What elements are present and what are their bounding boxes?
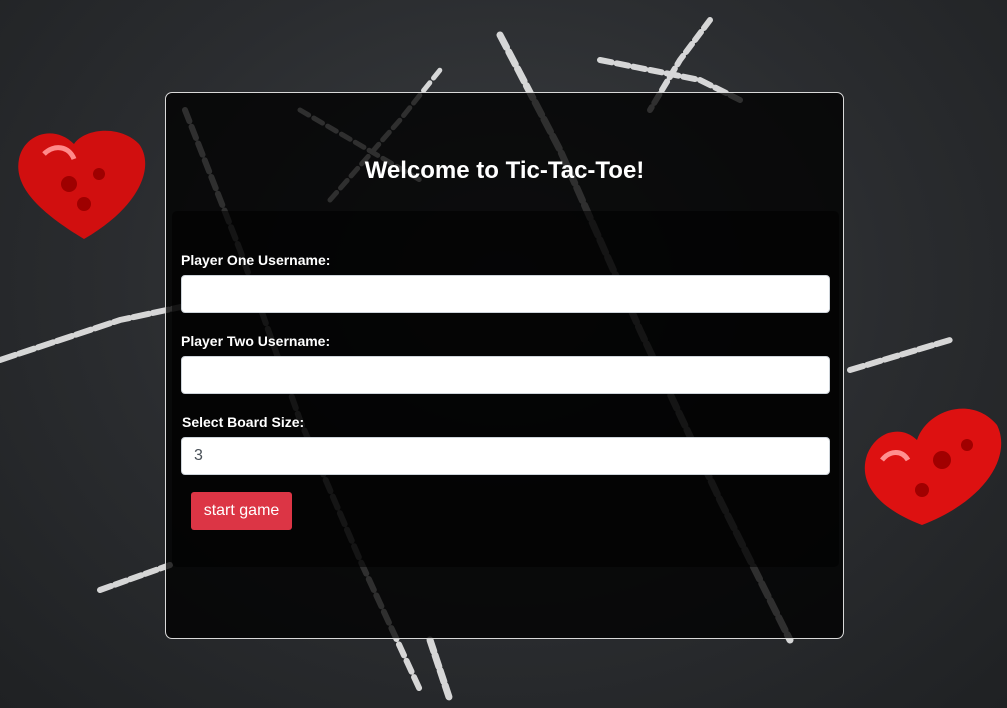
board-size-input[interactable]	[181, 437, 830, 475]
player-two-label: Player Two Username:	[181, 333, 331, 349]
player-one-username-input[interactable]	[181, 275, 830, 313]
welcome-card: Welcome to Tic-Tac-Toe! Player One Usern…	[165, 92, 844, 639]
start-game-button[interactable]: start game	[191, 492, 292, 530]
heart-icon	[18, 130, 146, 239]
player-two-username-input[interactable]	[181, 356, 830, 394]
game-setup-form: Player One Username: Player Two Username…	[172, 211, 839, 567]
heart-icon	[864, 408, 1002, 525]
board-size-label: Select Board Size:	[182, 414, 305, 430]
page-title: Welcome to Tic-Tac-Toe!	[364, 157, 645, 184]
player-one-label: Player One Username:	[181, 252, 331, 268]
